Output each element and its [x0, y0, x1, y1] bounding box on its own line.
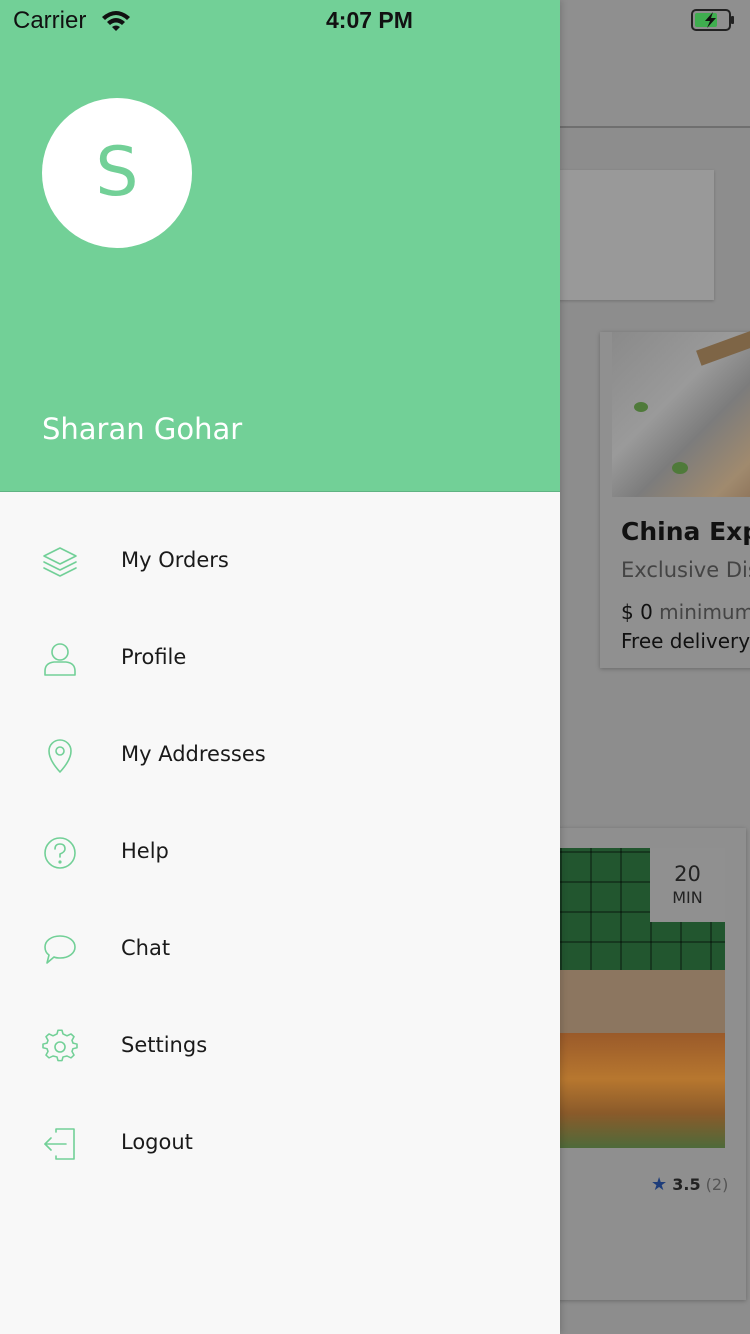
restaurant-delivery: Free delivery	[621, 629, 750, 653]
rating-count: (2)	[705, 1175, 729, 1194]
menu-item-profile[interactable]: Profile	[0, 611, 560, 708]
user-name: Sharan Gohar	[42, 412, 243, 446]
menu-item-chat[interactable]: Chat	[0, 902, 560, 999]
menu-item-settings[interactable]: Settings	[0, 999, 560, 1096]
rating-value: 3.5	[672, 1175, 701, 1194]
navigation-drawer: S Sharan Gohar My Orders Profile My Addr…	[0, 0, 560, 1334]
help-circle-icon	[40, 835, 80, 871]
star-icon: ★	[651, 1174, 668, 1195]
minimum-label: minimum	[659, 600, 750, 624]
user-icon	[40, 641, 80, 677]
delivery-time-badge: 20 MIN	[650, 848, 725, 922]
delivery-time-unit: MIN	[672, 888, 703, 907]
menu-item-my-addresses[interactable]: My Addresses	[0, 708, 560, 805]
menu-item-label: My Addresses	[121, 742, 266, 766]
menu-item-label: Settings	[121, 1033, 208, 1057]
drawer-header: S Sharan Gohar	[0, 0, 560, 492]
restaurant-subtitle: Exclusive Dis	[621, 558, 750, 582]
restaurant-title: China Expr	[621, 517, 750, 546]
menu-item-logout[interactable]: Logout	[0, 1096, 560, 1193]
wifi-icon	[102, 11, 130, 31]
menu-item-help[interactable]: Help	[0, 805, 560, 902]
avatar-initial: S	[95, 133, 139, 212]
gear-icon	[40, 1029, 80, 1065]
layers-icon	[40, 544, 80, 580]
menu-item-label: Logout	[121, 1130, 193, 1154]
status-time: 4:07 PM	[326, 7, 413, 33]
restaurant-minimum: $ 0 minimum	[621, 600, 750, 624]
status-bar: Carrier 4:07 PM	[0, 0, 750, 40]
drawer-menu: My Orders Profile My Addresses Help Chat	[0, 514, 560, 1193]
minimum-value: $ 0	[621, 600, 653, 624]
menu-item-label: My Orders	[121, 548, 229, 572]
menu-item-label: Profile	[121, 645, 187, 669]
rating: ★ 3.5 (2)	[651, 1174, 728, 1195]
menu-item-label: Chat	[121, 936, 171, 960]
location-pin-icon	[40, 738, 80, 774]
menu-item-label: Help	[121, 839, 169, 863]
restaurant-card: China Expr Exclusive Dis $ 0 minimum Fre…	[600, 330, 750, 668]
carrier-label: Carrier	[13, 7, 87, 34]
menu-item-my-orders[interactable]: My Orders	[0, 514, 560, 611]
restaurant-image	[612, 330, 750, 497]
restaurant-card-2: 20 MIN ★ 3.5 (2)	[540, 828, 746, 1300]
avatar[interactable]: S	[42, 98, 192, 248]
delivery-time-value: 20	[674, 862, 701, 886]
background-search-box	[540, 170, 714, 300]
logout-icon	[40, 1126, 80, 1162]
chat-bubble-icon	[40, 932, 80, 968]
